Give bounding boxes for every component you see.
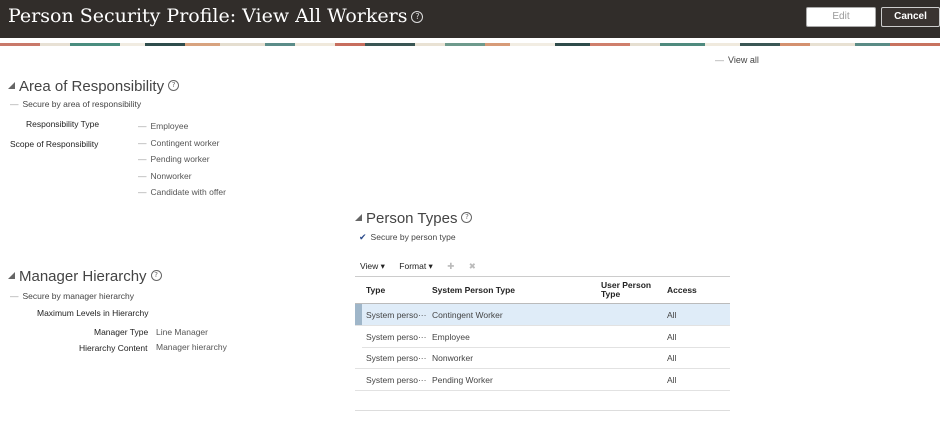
column-header-type[interactable]: Type	[366, 286, 385, 295]
banner-pattern	[0, 43, 940, 46]
row-selector[interactable]	[355, 369, 362, 390]
person-types-section-title[interactable]: Person Types?	[355, 210, 473, 227]
dash-icon: —	[138, 154, 147, 164]
cell-access: All	[667, 375, 677, 385]
row-selector[interactable]	[355, 326, 362, 347]
scope-of-responsibility-label: Scope of Responsibility	[10, 139, 99, 149]
manager-secure-label: — Secure by manager hierarchy	[10, 291, 134, 301]
collapse-triangle-icon[interactable]	[355, 213, 362, 221]
aor-type-item: — Pending worker	[138, 154, 210, 164]
checkmark-icon: ✔	[359, 232, 367, 242]
aor-type-text: Employee	[150, 121, 189, 131]
delete-icon[interactable]: ✖	[469, 261, 476, 271]
aor-type-text: Contingent worker	[150, 138, 220, 148]
view-all-link[interactable]: — View all	[715, 55, 759, 65]
aor-type-text: Pending worker	[150, 154, 210, 164]
cell-access: All	[667, 332, 677, 342]
responsibility-type-label: Responsibility Type	[26, 119, 100, 129]
aor-type-item: — Contingent worker	[138, 138, 219, 148]
cell-system-person-type: Contingent Worker	[432, 310, 503, 320]
table-row[interactable]: System perso··· Pending Worker All	[355, 369, 730, 391]
cell-type: System perso···	[366, 375, 427, 385]
cell-access: All	[667, 353, 677, 363]
aor-title-text: Area of Responsibility	[19, 78, 165, 95]
cell-system-person-type: Employee	[432, 332, 470, 342]
dash-icon: —	[138, 187, 147, 197]
page-header: Person Security Profile: View All Worker…	[0, 0, 940, 38]
person-types-secure-label: ✔ Secure by person type	[359, 232, 456, 243]
aor-type-text: Nonworker	[150, 171, 192, 181]
manager-section-title[interactable]: Manager Hierarchy?	[8, 268, 162, 285]
person-types-title-text: Person Types	[366, 210, 458, 227]
dash-icon: —	[138, 138, 147, 148]
aor-section-title[interactable]: Area of Responsibility?	[8, 78, 180, 95]
table-toolbar: View ▾ Format ▾ ✚ ✖	[360, 261, 488, 272]
edit-button[interactable]: Edit	[806, 7, 876, 27]
hierarchy-content-value: Manager hierarchy	[156, 342, 227, 352]
manager-type-value: Line Manager	[156, 327, 208, 337]
cancel-button[interactable]: Cancel	[881, 7, 940, 27]
column-header-access[interactable]: Access	[667, 286, 697, 295]
collapse-triangle-icon[interactable]	[8, 81, 15, 89]
help-icon[interactable]: ?	[411, 11, 424, 23]
table-bottom-border	[355, 410, 730, 411]
manager-secure-text: Secure by manager hierarchy	[22, 291, 135, 301]
aor-secure-text: Secure by area of responsibility	[22, 99, 142, 109]
add-icon[interactable]: ✚	[447, 261, 454, 271]
aor-secure-label: — Secure by area of responsibility	[10, 99, 141, 109]
aor-type-item: — Nonworker	[138, 171, 192, 181]
collapse-triangle-icon[interactable]	[8, 271, 15, 279]
dash-icon: —	[10, 291, 19, 301]
cell-type: System perso···	[366, 332, 427, 342]
dash-icon: —	[138, 121, 147, 131]
aor-type-item: — Employee	[138, 121, 188, 131]
cell-access: All	[667, 310, 677, 320]
help-icon[interactable]: ?	[461, 211, 473, 223]
manager-title-text: Manager Hierarchy	[19, 268, 147, 285]
table-row[interactable]: System perso··· Nonworker All	[355, 347, 730, 369]
dash-icon: —	[715, 55, 724, 65]
dash-icon: —	[10, 99, 19, 109]
hierarchy-content-label: Hierarchy Content	[79, 343, 148, 353]
help-icon[interactable]: ?	[150, 269, 162, 281]
cell-system-person-type: Pending Worker	[432, 375, 493, 385]
aor-type-text: Candidate with offer	[150, 187, 226, 197]
manager-type-label: Manager Type	[94, 327, 149, 337]
table-row[interactable]: System perso··· Employee All	[355, 326, 730, 348]
dash-icon: —	[138, 171, 147, 181]
column-header-system-person-type[interactable]: System Person Type	[432, 286, 515, 295]
view-all-text: View all	[728, 55, 759, 65]
view-menu[interactable]: View ▾	[360, 261, 385, 271]
format-menu[interactable]: Format ▾	[399, 261, 433, 271]
column-header-user-person-type[interactable]: User Person Type	[601, 281, 656, 299]
row-selector[interactable]	[355, 304, 362, 325]
help-icon[interactable]: ?	[168, 79, 180, 91]
row-selector[interactable]	[355, 347, 362, 368]
table-top-border	[355, 276, 730, 277]
cell-type: System perso···	[366, 310, 427, 320]
max-levels-label: Maximum Levels in Hierarchy	[37, 308, 149, 318]
header-banner	[0, 38, 940, 46]
cell-system-person-type: Nonworker	[432, 353, 474, 363]
page-title: Person Security Profile: View All Worker…	[8, 5, 424, 27]
page-title-text: Person Security Profile: View All Worker…	[8, 5, 408, 27]
aor-type-item: — Candidate with offer	[138, 187, 226, 197]
cell-type: System perso···	[366, 353, 427, 363]
person-types-secure-text: Secure by person type	[370, 232, 456, 242]
table-row[interactable]: System perso··· Contingent Worker All	[355, 304, 730, 326]
